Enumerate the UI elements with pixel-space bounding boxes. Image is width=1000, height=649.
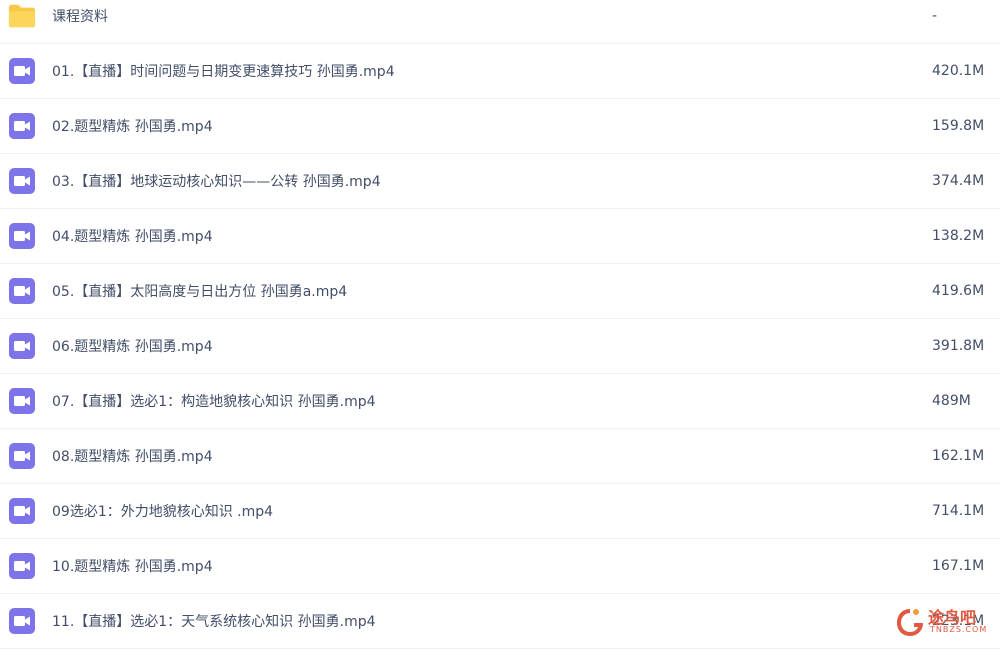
- file-name: 11.【直播】选必1：天气系统核心知识 孙国勇.mp4: [52, 611, 376, 631]
- file-name: 08.题型精炼 孙国勇.mp4: [52, 446, 213, 466]
- file-name: 03.【直播】地球运动核心知识——公转 孙国勇.mp4: [52, 171, 381, 191]
- file-size: 419.6M: [932, 283, 984, 299]
- file-name: 课程资料: [52, 6, 108, 26]
- bird-logo-icon: [894, 605, 926, 639]
- list-item-video[interactable]: 03.【直播】地球运动核心知识——公转 孙国勇.mp4 374.4M: [0, 154, 1000, 209]
- video-file-icon: [8, 277, 36, 305]
- file-name: 10.题型精炼 孙国勇.mp4: [52, 556, 213, 576]
- file-name: 09选必1：外力地貌核心知识 .mp4: [52, 501, 273, 521]
- file-size: 159.8M: [932, 118, 984, 134]
- list-item-video[interactable]: 01.【直播】时间问题与日期变更速算技巧 孙国勇.mp4 420.1M: [0, 44, 1000, 99]
- file-name: 01.【直播】时间问题与日期变更速算技巧 孙国勇.mp4: [52, 61, 395, 81]
- file-size: 714.1M: [932, 503, 984, 519]
- file-size: 138.2M: [932, 228, 984, 244]
- list-item-video[interactable]: 10.题型精炼 孙国勇.mp4 167.1M: [0, 539, 1000, 594]
- video-file-icon: [8, 57, 36, 85]
- folder-icon: [8, 2, 36, 30]
- video-file-icon: [8, 387, 36, 415]
- list-item-video[interactable]: 05.【直播】太阳高度与日出方位 孙国勇a.mp4 419.6M: [0, 264, 1000, 319]
- list-item-video[interactable]: 02.题型精炼 孙国勇.mp4 159.8M: [0, 99, 1000, 154]
- list-item-video[interactable]: 08.题型精炼 孙国勇.mp4 162.1M: [0, 429, 1000, 484]
- file-name: 06.题型精炼 孙国勇.mp4: [52, 336, 213, 356]
- video-file-icon: [8, 442, 36, 470]
- list-item-folder[interactable]: 课程资料 -: [0, 0, 1000, 44]
- list-item-video[interactable]: 07.【直播】选必1：构造地貌核心知识 孙国勇.mp4 489M: [0, 374, 1000, 429]
- file-name: 07.【直播】选必1：构造地貌核心知识 孙国勇.mp4: [52, 391, 376, 411]
- file-size: 420.1M: [932, 63, 984, 79]
- watermark-subtext: TNBZS.COM: [930, 625, 987, 634]
- file-name: 05.【直播】太阳高度与日出方位 孙国勇a.mp4: [52, 281, 347, 301]
- file-list: 课程资料 - 01.【直播】时间问题与日期变更速算技巧 孙国勇.mp4 420.…: [0, 0, 1000, 649]
- file-size: 162.1M: [932, 448, 984, 464]
- list-item-video[interactable]: 04.题型精炼 孙国勇.mp4 138.2M: [0, 209, 1000, 264]
- file-size: 391.8M: [932, 338, 984, 354]
- file-size: -: [932, 8, 937, 24]
- video-file-icon: [8, 167, 36, 195]
- video-file-icon: [8, 222, 36, 250]
- video-file-icon: [8, 552, 36, 580]
- video-file-icon: [8, 332, 36, 360]
- file-size: 167.1M: [932, 558, 984, 574]
- list-item-video[interactable]: 06.题型精炼 孙国勇.mp4 391.8M: [0, 319, 1000, 374]
- list-item-video[interactable]: 11.【直播】选必1：天气系统核心知识 孙国勇.mp4 223.1M: [0, 594, 1000, 649]
- file-name: 02.题型精炼 孙国勇.mp4: [52, 116, 213, 136]
- file-size: 374.4M: [932, 173, 984, 189]
- watermark-logo: 途鸟吧 TNBZS.COM: [894, 602, 994, 642]
- video-file-icon: [8, 607, 36, 635]
- video-file-icon: [8, 497, 36, 525]
- file-size: 489M: [932, 393, 971, 409]
- video-file-icon: [8, 112, 36, 140]
- list-item-video[interactable]: 09选必1：外力地貌核心知识 .mp4 714.1M: [0, 484, 1000, 539]
- file-name: 04.题型精炼 孙国勇.mp4: [52, 226, 213, 246]
